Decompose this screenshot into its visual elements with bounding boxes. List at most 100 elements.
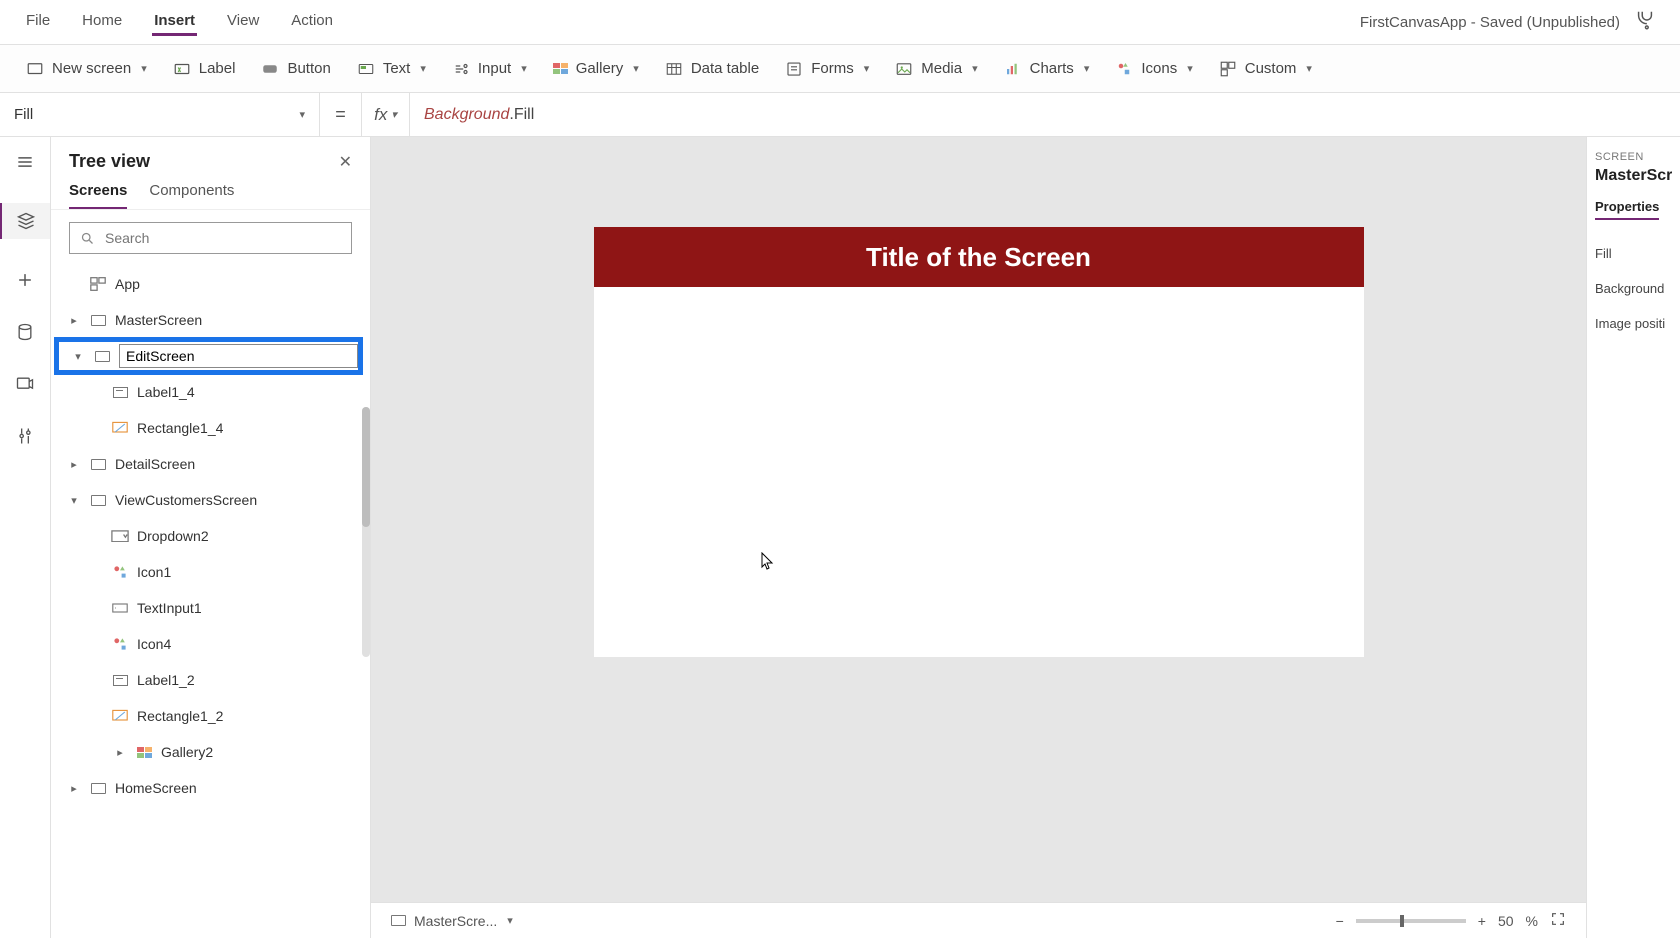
menu-view[interactable]: View xyxy=(225,8,261,36)
property-dropdown[interactable]: Fill ▾ xyxy=(0,93,320,136)
design-canvas[interactable]: Title of the Screen xyxy=(594,227,1364,657)
tree-item-icon4[interactable]: Icon4 xyxy=(51,626,364,662)
properties-tab[interactable]: Properties xyxy=(1595,199,1659,220)
tree-item-label: Icon4 xyxy=(137,636,171,652)
expand-icon[interactable]: ▸ xyxy=(113,746,127,759)
tree-item-label1-4[interactable]: Label1_4 xyxy=(51,374,364,410)
formula-input[interactable]: Background.Fill xyxy=(410,93,1680,136)
collapse-icon[interactable]: ▾ xyxy=(67,494,81,507)
expand-icon[interactable]: ▸ xyxy=(67,782,81,795)
canvas-wrap: Title of the Screen MasterScre... ▾ − + … xyxy=(371,137,1586,938)
ribbon-charts[interactable]: Charts ▾ xyxy=(1004,60,1090,78)
ribbon-button-text: Button xyxy=(287,60,330,77)
ribbon-input-label: Input xyxy=(478,60,511,77)
formula-token-2: .Fill xyxy=(509,106,534,124)
ribbon-data-table-label: Data table xyxy=(691,60,759,77)
close-icon[interactable]: ✕ xyxy=(339,152,352,172)
menu-file[interactable]: File xyxy=(24,8,52,36)
tree-item-app[interactable]: App xyxy=(51,266,364,302)
tree-item-rectangle1-2[interactable]: Rectangle1_2 xyxy=(51,698,364,734)
zoom-out-button[interactable]: − xyxy=(1336,913,1344,929)
tree-item-editscreen-editing[interactable]: ▾ xyxy=(55,338,362,374)
tree-scrollbar[interactable] xyxy=(362,407,370,657)
rail-media-icon[interactable] xyxy=(14,373,36,395)
gallery-icon xyxy=(553,63,568,74)
ribbon-input[interactable]: Input ▾ xyxy=(452,60,527,78)
tree-item-detailscreen[interactable]: ▸ DetailScreen xyxy=(51,446,364,482)
ribbon-media[interactable]: Media ▾ xyxy=(895,60,977,78)
tree-item-dropdown2[interactable]: Dropdown2 xyxy=(51,518,364,554)
chevron-down-icon: ▾ xyxy=(391,108,397,121)
zoom-slider[interactable] xyxy=(1356,919,1466,923)
rectangle-icon xyxy=(111,419,129,437)
ribbon-custom[interactable]: Custom ▾ xyxy=(1219,60,1312,78)
menu-action[interactable]: Action xyxy=(289,8,335,36)
chevron-down-icon: ▾ xyxy=(507,914,513,927)
app-checker-icon[interactable] xyxy=(1634,9,1656,35)
screen-selector[interactable]: MasterScre... ▾ xyxy=(391,913,513,929)
iconset-icon xyxy=(111,635,129,653)
menu-insert[interactable]: Insert xyxy=(152,8,197,36)
tab-screens[interactable]: Screens xyxy=(69,182,127,209)
search-field[interactable] xyxy=(103,229,341,247)
chevron-down-icon: ▾ xyxy=(972,62,978,75)
property-row-image-position[interactable]: Image positi xyxy=(1595,306,1672,341)
rail-advanced-tools-icon[interactable] xyxy=(14,425,36,447)
tree-item-label: Gallery2 xyxy=(161,744,213,760)
properties-panel: SCREEN MasterScre Properties Fill Backgr… xyxy=(1586,137,1680,938)
ribbon-label[interactable]: Label xyxy=(173,60,236,78)
collapse-icon[interactable]: ▾ xyxy=(71,350,85,363)
menu-bar-right: FirstCanvasApp - Saved (Unpublished) xyxy=(1360,9,1656,35)
ribbon-new-screen[interactable]: New screen ▾ xyxy=(26,60,147,78)
tree-item-textinput1[interactable]: TextInput1 xyxy=(51,590,364,626)
property-row-background-image[interactable]: Background xyxy=(1595,271,1672,306)
tree-item-masterscreen[interactable]: ▸ MasterScreen xyxy=(51,302,364,338)
iconset-icon xyxy=(111,563,129,581)
tree-item-label: Icon1 xyxy=(137,564,171,580)
tree-view-title: Tree view xyxy=(69,151,150,172)
menu-home[interactable]: Home xyxy=(80,8,124,36)
canvas-title-bar[interactable]: Title of the Screen xyxy=(594,227,1364,287)
rename-input[interactable] xyxy=(119,344,358,368)
property-name: Fill xyxy=(14,106,33,123)
tree-item-label1-2[interactable]: Label1_2 xyxy=(51,662,364,698)
tree-item-icon1[interactable]: Icon1 xyxy=(51,554,364,590)
ribbon-label-text: Label xyxy=(199,60,236,77)
tree-view-tabs: Screens Components xyxy=(51,176,370,210)
search-input[interactable] xyxy=(69,222,352,254)
expand-icon[interactable]: ▸ xyxy=(67,458,81,471)
ribbon-forms[interactable]: Forms ▾ xyxy=(785,60,869,78)
rail-insert-icon[interactable] xyxy=(14,269,36,291)
search-icon xyxy=(80,231,95,246)
dropdown-icon xyxy=(111,527,129,545)
ribbon-button[interactable]: Button xyxy=(261,60,330,78)
zoom-slider-thumb[interactable] xyxy=(1400,915,1404,927)
ribbon-text[interactable]: Text ▾ xyxy=(357,60,426,78)
ribbon-data-table[interactable]: Data table xyxy=(665,60,759,78)
tree-item-label: ViewCustomersScreen xyxy=(115,492,257,508)
tree-item-label: Label1_2 xyxy=(137,672,195,688)
tab-components[interactable]: Components xyxy=(149,182,234,209)
left-rail xyxy=(0,137,51,938)
tree-scrollbar-thumb[interactable] xyxy=(362,407,370,527)
fx-button[interactable]: fx ▾ xyxy=(362,93,410,136)
tree-item-homescreen[interactable]: ▸ HomeScreen xyxy=(51,770,364,806)
tree-item-gallery2[interactable]: ▸ Gallery2 xyxy=(51,734,364,770)
ribbon-icons[interactable]: Icons ▾ xyxy=(1115,60,1192,78)
rail-data-icon[interactable] xyxy=(14,321,36,343)
zoom-in-button[interactable]: + xyxy=(1478,913,1486,929)
rail-tree-view-icon[interactable] xyxy=(0,203,50,239)
canvas-area[interactable]: Title of the Screen xyxy=(371,137,1586,902)
property-row-fill[interactable]: Fill xyxy=(1595,236,1672,271)
rail-hamburger-icon[interactable] xyxy=(14,151,36,173)
chevron-down-icon: ▾ xyxy=(141,62,147,75)
chevron-down-icon: ▾ xyxy=(1084,62,1090,75)
expand-icon[interactable]: ▸ xyxy=(67,314,81,327)
tree-item-rectangle1-4[interactable]: Rectangle1_4 xyxy=(51,410,364,446)
tree-item-viewcustomersscreen[interactable]: ▾ ViewCustomersScreen xyxy=(51,482,364,518)
fit-to-window-icon[interactable] xyxy=(1550,911,1566,930)
zoom-value: 50 xyxy=(1498,913,1514,929)
properties-type-label: SCREEN xyxy=(1595,151,1672,163)
ribbon-gallery[interactable]: Gallery ▾ xyxy=(553,60,639,77)
tree-item-label: Label1_4 xyxy=(137,384,195,400)
